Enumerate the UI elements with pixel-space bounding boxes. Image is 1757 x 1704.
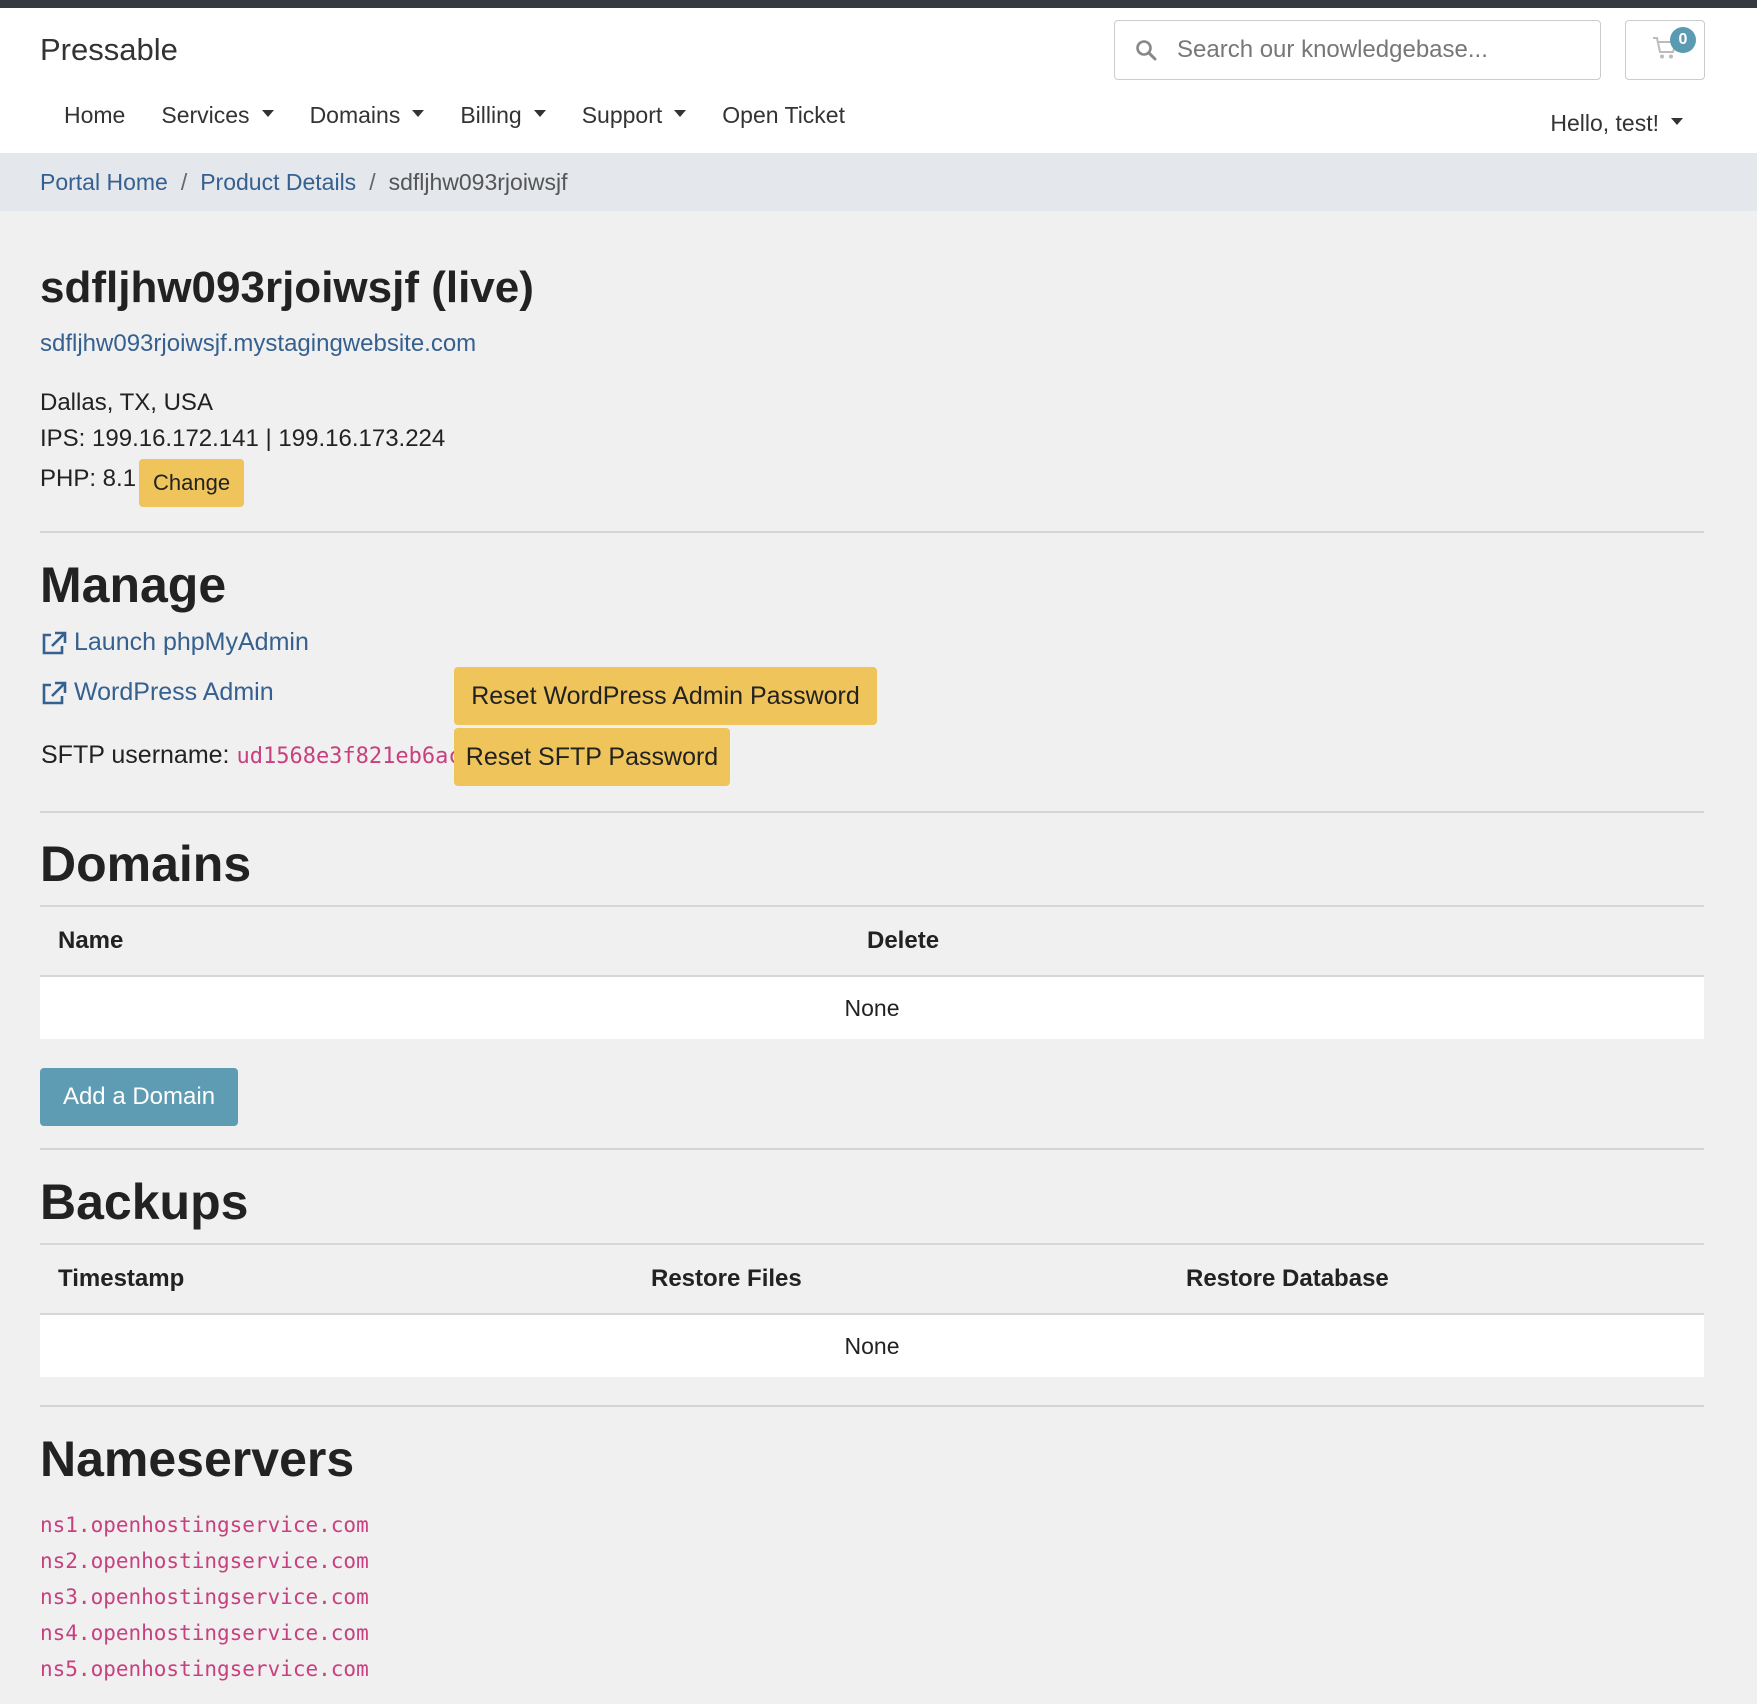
nav-services-label: Services [161, 102, 250, 128]
section-divider [40, 1405, 1704, 1407]
domains-heading: Domains [40, 836, 252, 892]
nameserver-item: ns5.openhostingservice.com [40, 1657, 369, 1681]
launch-phpmyadmin-label: Launch phpMyAdmin [74, 628, 309, 656]
breadcrumb-product-details[interactable]: Product Details [200, 169, 356, 196]
sftp-username-value: ud1568e3f821eb6ac [236, 744, 462, 769]
cart-button[interactable]: 0 [1625, 20, 1705, 80]
site-header: Pressable 0 Home Services Domains Billin… [0, 8, 1757, 153]
reset-sftp-password-button[interactable]: Reset SFTP Password [454, 728, 730, 786]
nav-open-ticket-label: Open Ticket [722, 102, 845, 128]
wordpress-admin-label: WordPress Admin [74, 678, 274, 706]
site-url-link[interactable]: sdfljhw093rjoiwsjf.mystagingwebsite.com [40, 330, 476, 358]
column-header-restore-files: Restore Files [651, 1265, 802, 1292]
column-header-delete: Delete [867, 927, 940, 954]
nameserver-item: ns3.openhostingservice.com [40, 1585, 369, 1609]
external-link-icon [42, 681, 67, 704]
breadcrumb-current: sdfljhw093rjoiwsjf [388, 168, 568, 195]
page-title: sdfljhw093rjoiwsjf (live) [40, 263, 534, 312]
backups-table: Timestamp Restore Files Restore Database… [40, 1243, 1704, 1377]
sftp-username: SFTP username: ud1568e3f821eb6ac [41, 741, 462, 770]
user-menu[interactable]: Hello, test! [1550, 110, 1683, 137]
breadcrumb: Portal Home / Product Details / sdfljhw0… [0, 153, 1757, 211]
backups-heading: Backups [40, 1174, 249, 1230]
column-header-name: Name [58, 927, 124, 954]
caret-down-icon [412, 110, 425, 117]
brand-logo[interactable]: Pressable [40, 32, 178, 68]
section-divider [40, 531, 1704, 533]
launch-phpmyadmin-link[interactable]: Launch phpMyAdmin [40, 628, 309, 657]
caret-down-icon [1671, 118, 1683, 125]
sftp-username-label: SFTP username: [41, 741, 230, 769]
php-version: PHP: 8.1 [40, 465, 137, 492]
nameservers-heading: Nameservers [40, 1431, 355, 1487]
search-input[interactable] [1177, 36, 1587, 64]
table-header: Timestamp Restore Files Restore Database [40, 1243, 1704, 1315]
server-location: Dallas, TX, USA [40, 389, 213, 416]
nameserver-item: ns1.openhostingservice.com [40, 1513, 369, 1537]
search-icon [1115, 39, 1177, 61]
wordpress-admin-link[interactable]: WordPress Admin [40, 678, 274, 707]
nameserver-item: ns2.openhostingservice.com [40, 1549, 369, 1573]
nameserver-list: ns1.openhostingservice.com ns2.openhosti… [40, 1507, 369, 1687]
add-domain-button[interactable]: Add a Domain [40, 1068, 238, 1126]
manage-heading: Manage [40, 557, 227, 613]
nav-support[interactable]: Support [564, 102, 705, 129]
nameserver-item: ns4.openhostingservice.com [40, 1621, 369, 1645]
nav-services[interactable]: Services [143, 102, 291, 129]
column-header-restore-database: Restore Database [1186, 1265, 1389, 1292]
table-empty-row: None [40, 1315, 1704, 1377]
section-divider [40, 1148, 1704, 1150]
cart-count-badge: 0 [1670, 27, 1696, 53]
user-greeting: Hello, test! [1550, 110, 1659, 136]
breadcrumb-separator: / [180, 168, 188, 195]
breadcrumb-portal-home[interactable]: Portal Home [40, 169, 168, 196]
nav-open-ticket[interactable]: Open Ticket [704, 102, 863, 129]
caret-down-icon [533, 110, 546, 117]
table-empty-row: None [40, 977, 1704, 1039]
reset-wp-admin-password-button[interactable]: Reset WordPress Admin Password [454, 667, 877, 725]
nav-billing-label: Billing [460, 102, 522, 128]
top-accent-bar [0, 0, 1757, 8]
nav-home-label: Home [64, 102, 126, 128]
caret-down-icon [261, 110, 274, 117]
change-php-button[interactable]: Change [139, 459, 245, 507]
column-header-timestamp: Timestamp [58, 1265, 185, 1292]
nav-home[interactable]: Home [46, 102, 143, 129]
nav-domains-label: Domains [309, 102, 401, 128]
caret-down-icon [674, 110, 687, 117]
knowledgebase-search[interactable] [1114, 20, 1601, 80]
nav-domains[interactable]: Domains [292, 102, 443, 129]
nav-support-label: Support [581, 102, 663, 128]
table-header: Name Delete [40, 905, 1704, 977]
nav-billing[interactable]: Billing [442, 102, 563, 129]
breadcrumb-separator: / [369, 168, 376, 195]
server-ips: IPS: 199.16.172.141 | 199.16.173.224 [40, 425, 446, 452]
section-divider [40, 811, 1704, 813]
external-link-icon [42, 631, 67, 654]
domains-table: Name Delete None [40, 905, 1704, 1039]
main-nav: Home Services Domains Billing Support Op… [46, 102, 863, 129]
